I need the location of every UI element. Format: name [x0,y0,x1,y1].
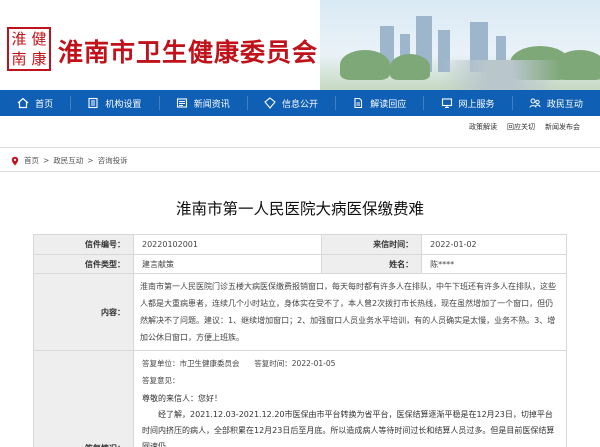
date-value: 2022-01-02 [421,234,567,255]
table-row: 内容： 淮南市第一人民医院门诊五楼大病医保缴费报销窗口，每天每时都有许多人在排队… [33,273,567,351]
site-title[interactable]: 淮南市卫生健康委员会 [58,33,318,69]
reply-body: 经了解，2021.12.03-2021.12.20市医保由市平台转换为省平台，医… [142,410,555,447]
reply-time: 2022-01-05 [291,359,336,368]
info-icon [264,97,276,109]
nav-item-info[interactable]: 信息公开 [246,90,335,116]
type-value: 建言献策 [132,254,323,274]
table-row: 信件编号： 20220102001 来信时间： 2022-01-02 [33,234,567,255]
nav-item-label: 新闻资讯 [193,99,230,110]
city-skyline-image [320,0,600,90]
news-icon [176,98,187,108]
content-label: 内容： [33,273,134,351]
nav-item-news[interactable]: 新闻资讯 [158,90,247,116]
service-icon [441,98,452,108]
nav-item-service[interactable]: 网上服务 [423,90,511,116]
nav-item-label: 信息公开 [281,99,318,110]
main-nav: 首页 机构设置 新闻资讯 信息公开 解读回应 网上服务 政民互动 [0,90,600,116]
subnav-item-policy[interactable]: 政策解读 [469,122,497,132]
reply-greeting: 尊敬的来信人：您好！ [142,394,222,403]
reply-unit: 市卫生健康委员会 [179,359,240,368]
nav-item-interaction[interactable]: 政民互动 [511,90,600,116]
nav-item-organization[interactable]: 机构设置 [70,90,158,116]
nav-item-label: 首页 [35,99,54,110]
nav-item-label: 政民互动 [546,99,583,110]
breadcrumb-interaction[interactable]: 政民互动 [53,155,83,166]
date-label: 来信时间： [321,234,423,255]
table-row: 信件类型： 建言献策 姓名： 陈**** [33,254,567,274]
name-label: 姓名： [321,254,423,274]
letter-no-label: 信件编号： [33,234,134,255]
interaction-icon [529,98,541,108]
reply-content-label: 答复意见： [142,376,180,385]
type-label: 信件类型： [33,254,134,274]
subnav-item-press[interactable]: 新闻发布会 [545,122,580,132]
breadcrumb: 首页 > 政民互动 > 咨询投诉 [10,155,128,166]
location-pin-icon [11,156,19,165]
nav-item-label: 机构设置 [105,99,142,110]
breadcrumb-separator: > [87,156,94,165]
header-banner: 淮健 南康 淮南市卫生健康委员会 [0,0,600,90]
nav-item-label: 解读回应 [370,99,407,110]
reply-time-label: 答复时间： [254,359,292,368]
breadcrumb-separator: > [43,156,50,165]
nav-item-interpretation[interactable]: 解读回应 [335,90,423,116]
breadcrumb-consult[interactable]: 咨询投诉 [98,155,128,166]
document-icon [354,97,363,109]
table-row: 答复情况： 答复单位：市卫生健康委员会 答复时间：2022-01-05 答复意见… [33,350,567,447]
subnav-item-response[interactable]: 回应关切 [507,122,535,132]
reply-cell: 答复单位：市卫生健康委员会 答复时间：2022-01-05 答复意见： 尊敬的来… [133,350,567,447]
reply-label: 答复情况： [33,350,134,447]
reply-meta-line: 答复单位：市卫生健康委员会 答复时间：2022-01-05 [142,358,558,369]
organization-icon [88,97,98,109]
content-panel: 首页 > 政民互动 > 咨询投诉 淮南市第一人民医院大病医保缴费难 信件编号： … [0,147,600,447]
name-value: 陈**** [421,254,567,274]
sub-nav: 政策解读 回应关切 新闻发布会 [469,122,580,132]
content-value: 淮南市第一人民医院门诊五楼大病医保缴费报销窗口，每天每时都有许多人在排队，中午下… [133,273,567,351]
letter-no-value: 20220102001 [132,234,323,255]
letter-detail-table: 信件编号： 20220102001 来信时间： 2022-01-02 信件类型：… [33,234,567,447]
breadcrumb-home[interactable]: 首页 [24,155,39,166]
nav-item-home[interactable]: 首页 [0,90,70,116]
home-icon [17,97,29,109]
page-title: 淮南市第一人民医院大病医保缴费难 [175,200,424,218]
site-logo[interactable]: 淮健 南康 [7,27,51,71]
reply-unit-label: 答复单位： [142,359,180,368]
nav-item-label: 网上服务 [458,99,495,110]
divider [0,171,600,172]
